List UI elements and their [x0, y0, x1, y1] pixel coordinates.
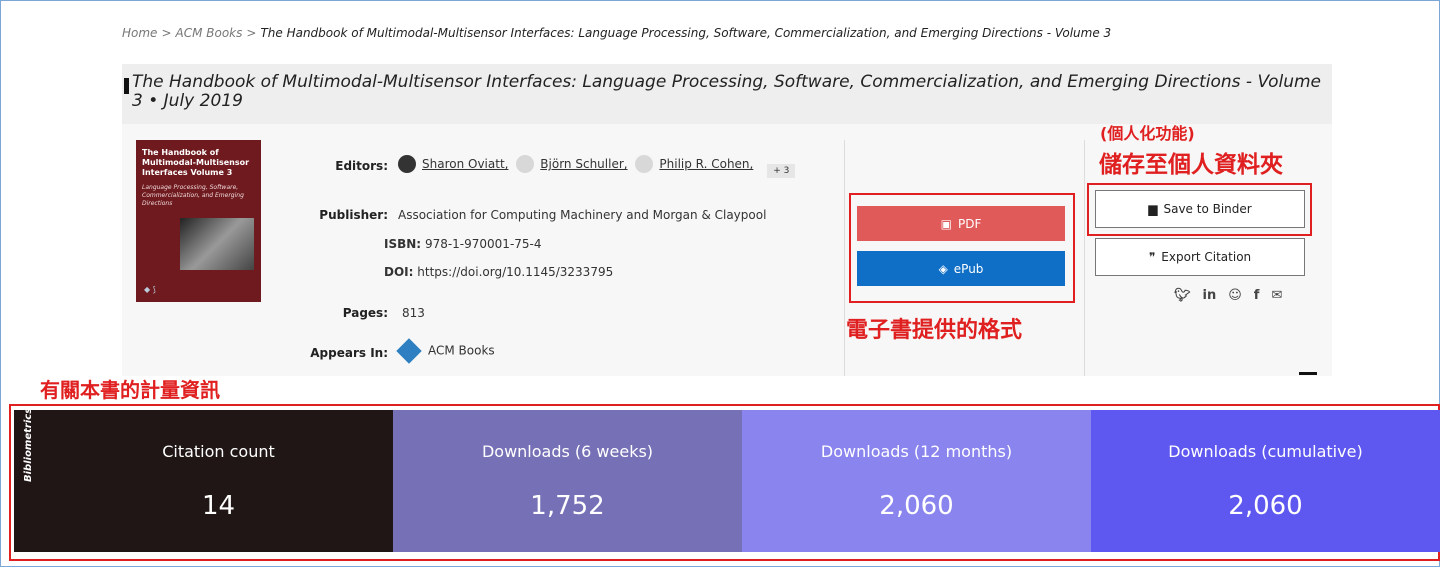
metric-value: 2,060: [1228, 491, 1303, 521]
reddit-icon[interactable]: ☺: [1228, 288, 1242, 303]
cover-image: [180, 218, 254, 270]
editor-link[interactable]: Philip R. Cohen,: [635, 155, 753, 173]
acm-books-icon: [396, 338, 422, 364]
metric-downloads-12-months: Downloads (12 months) 2,060: [742, 410, 1091, 552]
breadcrumb-section-link[interactable]: ACM Books: [176, 26, 243, 40]
formats-annotation: 電子書提供的格式: [846, 318, 1023, 343]
breadcrumb-current: The Handbook of Multimodal-Multisensor I…: [260, 26, 1112, 40]
isbn-row: ISBN: 978-1-970001-75-4: [384, 237, 542, 251]
editors-label: Editors:: [335, 159, 388, 173]
personal-annotation-big: 儲存至個人資料夾: [1099, 152, 1283, 178]
editor-link[interactable]: Björn Schuller,: [516, 155, 628, 173]
twitter-icon[interactable]: 🐦︎: [1174, 288, 1191, 303]
doi-label: DOI:: [384, 265, 414, 279]
avatar: [635, 155, 654, 173]
pages-label: Pages:: [342, 306, 388, 320]
divider: [844, 140, 845, 376]
book-title-bar: The Handbook of Multimodal-Multisensor I…: [122, 64, 1332, 124]
breadcrumb: Home > ACM Books > The Handbook of Multimoda…: [122, 26, 1111, 40]
personal-annotation-small: (個人化功能): [1100, 124, 1195, 143]
acm-logo-icon: ◆ ⟆: [144, 285, 156, 294]
collapse-icon[interactable]: [1299, 372, 1317, 375]
metric-value: 1,752: [530, 491, 605, 521]
editor-link[interactable]: Sharon Oviatt,: [398, 155, 508, 173]
metric-title: Downloads (12 months): [820, 442, 1013, 461]
isbn-label: ISBN:: [384, 237, 422, 251]
cover-title: The Handbook of Multimodal-Multisensor I…: [142, 148, 250, 177]
formats-annotation-box: [849, 193, 1075, 303]
metric-title: Downloads (cumulative): [1168, 442, 1363, 461]
breadcrumb-separator: >: [246, 26, 257, 40]
breadcrumb-separator: >: [161, 26, 172, 40]
breadcrumb-home-link[interactable]: Home: [122, 26, 157, 40]
doi-link[interactable]: https://doi.org/10.1145/3233795: [417, 265, 613, 279]
binder-annotation-box: [1087, 183, 1312, 236]
linkedin-icon[interactable]: in: [1203, 288, 1217, 303]
doi-row: DOI: https://doi.org/10.1145/3233795: [384, 265, 613, 279]
metric-value: 2,060: [879, 491, 954, 521]
bibliometrics-bar: Bibliometrics Citation count 14 Download…: [14, 408, 1440, 552]
metric-value: 14: [201, 491, 236, 521]
cover-subtitle: Language Processing, Software, Commercia…: [142, 184, 244, 207]
bibliometrics-label: Bibliometrics: [14, 408, 44, 552]
appears-in-label: Appears In:: [310, 346, 388, 360]
share-icons: 🐦︎ in ☺ f ✉: [1174, 288, 1282, 303]
metrics-annotation: 有關本書的計量資訊: [40, 378, 220, 402]
book-title: The Handbook of Multimodal-Multisensor I…: [132, 72, 1321, 111]
export-citation-button[interactable]: ❞ Export Citation: [1095, 238, 1305, 276]
metric-downloads-6-weeks: Downloads (6 weeks) 1,752: [393, 410, 742, 552]
pages-value: 813: [402, 306, 425, 320]
metric-title: Downloads (6 weeks): [481, 442, 654, 461]
appears-in-link[interactable]: ACM Books: [396, 338, 495, 364]
book-cover[interactable]: The Handbook of Multimodal-Multisensor I…: [136, 140, 261, 302]
divider: [1084, 140, 1085, 376]
avatar: [516, 155, 535, 173]
more-editors-button[interactable]: + 3: [767, 164, 796, 178]
publisher-label: Publisher:: [319, 208, 388, 222]
avatar: [398, 155, 416, 173]
title-marker: [124, 78, 129, 94]
metric-citation-count: Citation count 14: [44, 410, 393, 552]
isbn-value: 978-1-970001-75-4: [424, 237, 542, 251]
metric-title: Citation count: [162, 442, 275, 461]
email-icon[interactable]: ✉: [1271, 288, 1282, 303]
metric-downloads-cumulative: Downloads (cumulative) 2,060: [1091, 410, 1440, 552]
facebook-icon[interactable]: f: [1254, 288, 1260, 303]
quote-icon: ❞: [1148, 250, 1156, 264]
editors-list: Sharon Oviatt, Björn Schuller, Philip R.…: [398, 155, 796, 178]
publisher-value: Association for Computing Machinery and …: [398, 208, 767, 222]
